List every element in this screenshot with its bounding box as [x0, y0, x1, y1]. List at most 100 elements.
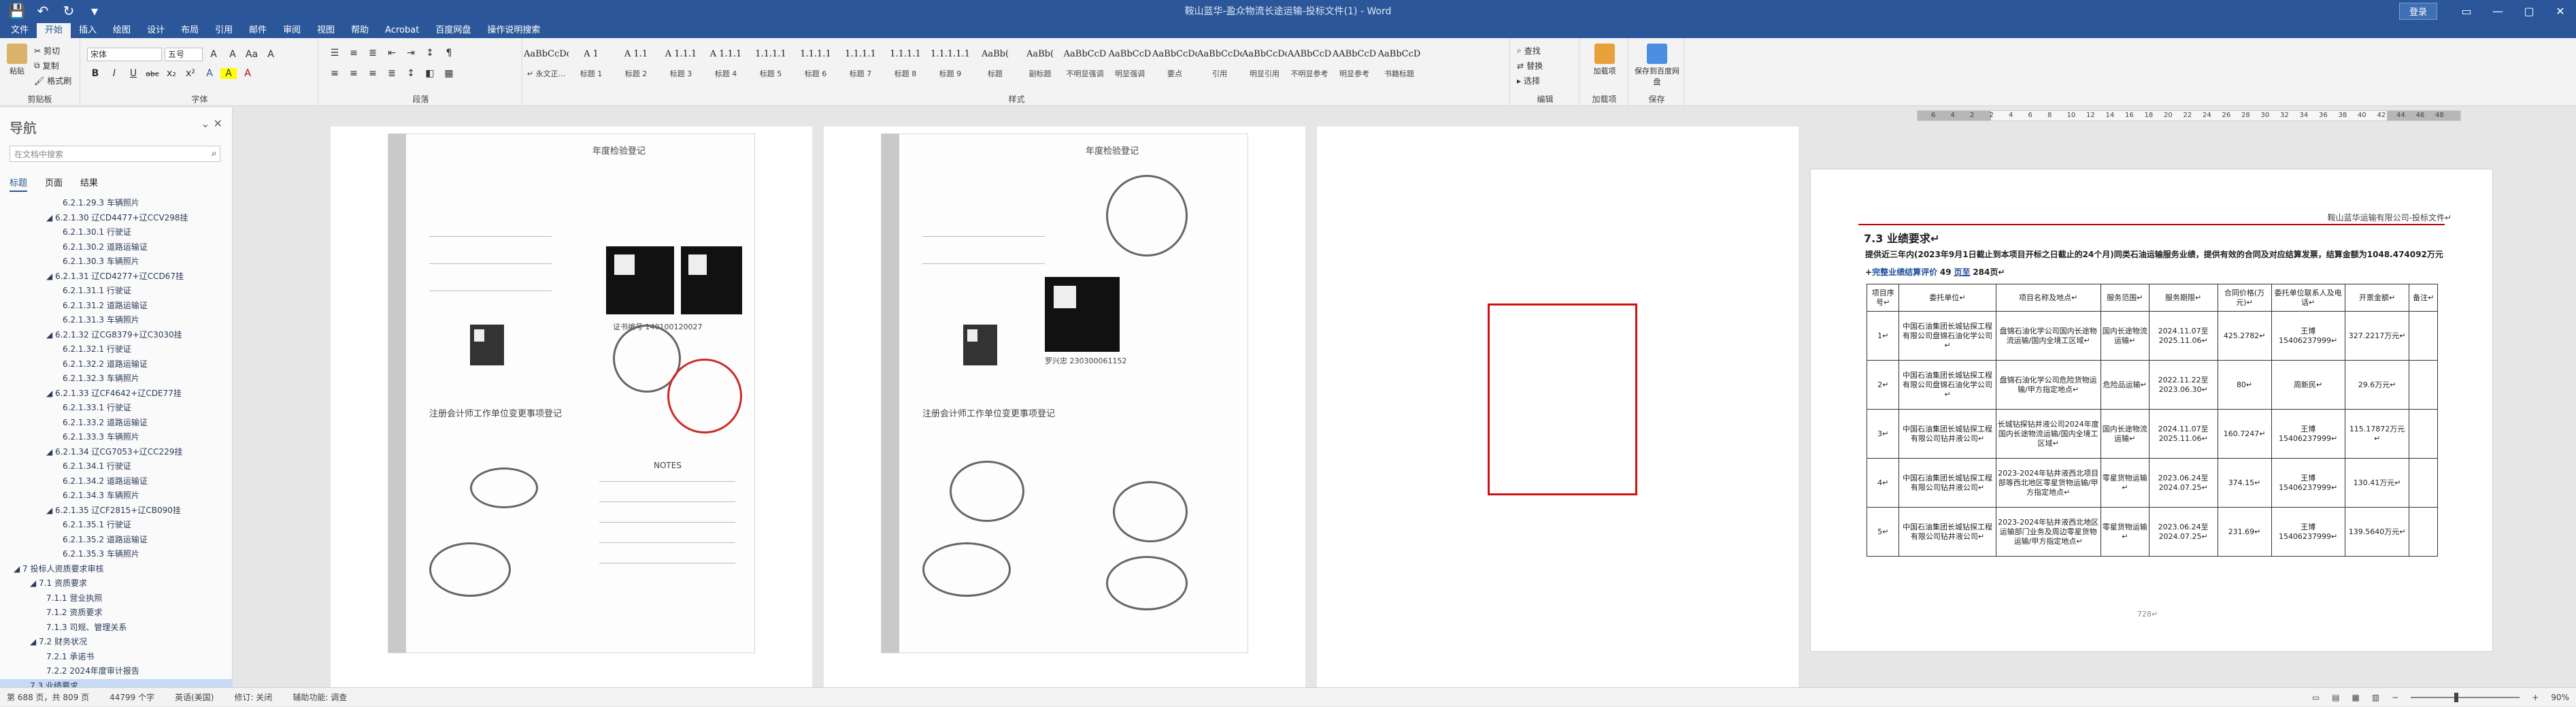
- read-mode-icon[interactable]: ▤: [2332, 693, 2339, 702]
- nav-tab-headings[interactable]: 标题: [10, 176, 28, 192]
- nav-heading-item[interactable]: 7.2.2 2024年度审计报告: [0, 664, 233, 679]
- accessibility-status[interactable]: 辅助功能: 调查: [292, 691, 347, 703]
- nav-heading-item[interactable]: 6.2.1.31.3 车辆照片: [0, 313, 233, 328]
- style-item[interactable]: AaBb(标题: [973, 41, 1018, 88]
- nav-heading-item[interactable]: 6.2.1.29.3 车辆照片: [0, 196, 233, 211]
- print-layout-icon[interactable]: ▦: [2352, 693, 2360, 702]
- style-item[interactable]: 1.1.1.1 标题 6: [793, 41, 838, 88]
- nav-heading-item[interactable]: 6.2.1.35.1 行驶证: [0, 518, 233, 533]
- nav-heading-item[interactable]: 7.1.2 资质要求: [0, 606, 233, 621]
- document-page-4[interactable]: 鞍山蓝华运输有限公司-投标文件↵ 7.3 业绩要求↵ 提供近三年内(2023年9…: [1810, 169, 2493, 652]
- tab-references[interactable]: 引用: [207, 23, 241, 38]
- paste-button[interactable]: 粘贴: [5, 44, 29, 76]
- underline-button[interactable]: U: [125, 68, 141, 79]
- ribbon-display-icon[interactable]: ▭: [2451, 5, 2482, 18]
- maximize-button[interactable]: ▢: [2513, 5, 2545, 18]
- style-item[interactable]: A 1.1.1 标题 3: [658, 41, 703, 88]
- zoom-slider[interactable]: [2411, 693, 2520, 702]
- style-item[interactable]: AaBbCcD 书籍标题: [1377, 41, 1422, 88]
- sort-icon[interactable]: ↕: [422, 48, 438, 59]
- tab-layout[interactable]: 布局: [173, 23, 207, 38]
- justify-icon[interactable]: ≣: [384, 68, 400, 79]
- tab-help[interactable]: 帮助: [343, 23, 377, 38]
- document-page-2[interactable]: 年度检验登记 罗兴忠 230300061152 注册会计师工作单位变更事项登记: [824, 127, 1305, 687]
- style-item[interactable]: 1.1.1.1 标题 5: [748, 41, 793, 88]
- nav-heading-item[interactable]: 6.2.1.32.1 行驶证: [0, 342, 233, 357]
- close-button[interactable]: ✕: [2545, 5, 2576, 18]
- nav-heading-item[interactable]: 6.2.1.33.3 车辆照片: [0, 430, 233, 445]
- focus-icon[interactable]: ▭: [2312, 693, 2320, 702]
- nav-heading-item[interactable]: ◢ 7.2 财务状况: [0, 635, 233, 650]
- style-item[interactable]: 1.1.1.1.1 标题 9: [928, 41, 973, 88]
- style-item[interactable]: AaBbCcDd 要点: [1152, 41, 1197, 88]
- nav-heading-item[interactable]: 6.2.1.31.2 道路运输证: [0, 299, 233, 314]
- nav-heading-item[interactable]: 6.2.1.32.2 道路运输证: [0, 357, 233, 372]
- cut-button[interactable]: ✂ 剪切: [34, 45, 60, 56]
- word-count[interactable]: 44799 个字: [110, 691, 154, 703]
- line-spacing-icon[interactable]: ↕: [403, 68, 419, 79]
- shading-icon[interactable]: ◧: [422, 68, 438, 79]
- zoom-in-icon[interactable]: +: [2532, 693, 2539, 702]
- undo-icon[interactable]: ↶: [33, 3, 53, 19]
- zoom-level[interactable]: 90%: [2551, 693, 2569, 702]
- nav-heading-item[interactable]: ◢ 6.2.1.35 辽CF2815+辽CB090挂: [0, 504, 233, 519]
- grow-font-icon[interactable]: A: [205, 49, 222, 60]
- nav-heading-item[interactable]: ◢ 6.2.1.33 辽CF4642+辽CDE77挂: [0, 387, 233, 401]
- nav-heading-item[interactable]: ◢ 7 投标人资质要求审核: [0, 562, 233, 577]
- tab-acrobat[interactable]: Acrobat: [377, 23, 427, 38]
- nav-heading-item[interactable]: ◢ 6.2.1.34 辽CG7053+辽CC229挂: [0, 445, 233, 460]
- select-button[interactable]: ▸ 选择: [1517, 75, 1540, 86]
- align-right-icon[interactable]: ≡: [365, 68, 381, 79]
- style-item[interactable]: AaBb(副标题: [1018, 41, 1063, 88]
- nav-tab-pages[interactable]: 页面: [45, 176, 63, 192]
- style-item[interactable]: 1.1.1.1 标题 7: [838, 41, 883, 88]
- style-item[interactable]: AaBbCcD 明显强调: [1107, 41, 1152, 88]
- nav-heading-item[interactable]: 6.2.1.30.3 车辆照片: [0, 254, 233, 269]
- nav-heading-item[interactable]: 6.2.1.33.1 行驶证: [0, 401, 233, 416]
- nav-heading-item[interactable]: ◢ 7.1 资质要求: [0, 576, 233, 591]
- style-item[interactable]: AaBbCcDd 明显引用: [1242, 41, 1287, 88]
- nav-tab-results[interactable]: 结果: [80, 176, 98, 192]
- nav-heading-item[interactable]: 6.2.1.34.3 车辆照片: [0, 489, 233, 504]
- font-color-button[interactable]: A: [239, 68, 256, 79]
- increase-indent-icon[interactable]: ⇥: [403, 48, 419, 59]
- nav-heading-item[interactable]: 6.2.1.31.1 行驶证: [0, 284, 233, 299]
- change-case-icon[interactable]: Aa: [244, 49, 260, 60]
- text-effects-button[interactable]: A: [201, 68, 218, 79]
- replace-button[interactable]: ⇄ 替换: [1517, 60, 1543, 71]
- italic-button[interactable]: I: [106, 68, 122, 79]
- tab-home[interactable]: 开始: [37, 23, 71, 38]
- track-changes-status[interactable]: 修订: 关闭: [234, 691, 272, 703]
- nav-heading-item[interactable]: 6.2.1.34.2 道路运输证: [0, 474, 233, 489]
- bold-button[interactable]: B: [87, 68, 103, 79]
- font-name-combo[interactable]: 宋体: [87, 48, 162, 61]
- nav-heading-item[interactable]: ◢ 6.2.1.31 辽CD4277+辽CCD67挂: [0, 269, 233, 284]
- save-icon[interactable]: 💾: [7, 3, 27, 19]
- customize-qat-icon[interactable]: ▾: [84, 3, 105, 19]
- tab-review[interactable]: 审阅: [275, 23, 309, 38]
- nav-heading-item[interactable]: 6.2.1.34.1 行驶证: [0, 459, 233, 474]
- nav-heading-item[interactable]: 6.2.1.32.3 车辆照片: [0, 372, 233, 387]
- addin-button[interactable]: 加载项: [1586, 44, 1623, 76]
- style-item[interactable]: AaBbCcD 不明显强调: [1063, 41, 1107, 88]
- font-size-combo[interactable]: 五号: [165, 48, 203, 61]
- language-indicator[interactable]: 英语(美国): [175, 691, 214, 703]
- style-item[interactable]: AABbCcD 不明显参考: [1287, 41, 1332, 88]
- page-count[interactable]: 第 688 页，共 809 页: [7, 691, 89, 703]
- tab-baidu[interactable]: 百度网盘: [427, 23, 479, 38]
- nav-heading-item[interactable]: 6.2.1.30.2 道路运输证: [0, 240, 233, 255]
- tab-view[interactable]: 视图: [309, 23, 343, 38]
- copy-button[interactable]: ⧉ 复制: [34, 60, 59, 71]
- nav-heading-item[interactable]: 6.2.1.35.2 道路运输证: [0, 533, 233, 548]
- redo-icon[interactable]: ↻: [58, 3, 79, 19]
- nav-heading-item[interactable]: 7.1.3 司规、管理关系: [0, 621, 233, 636]
- tab-draw[interactable]: 绘图: [105, 23, 139, 38]
- style-item[interactable]: AABbCcD 明显参考: [1332, 41, 1377, 88]
- nav-search-input[interactable]: 在文档中搜索 ⌕: [10, 146, 220, 162]
- nav-heading-item[interactable]: 6.2.1.30.1 行驶证: [0, 225, 233, 240]
- save-baidu-button[interactable]: 保存到百度网盘: [1634, 44, 1680, 87]
- style-item[interactable]: AaBbCcDd 引用: [1197, 41, 1242, 88]
- borders-icon[interactable]: ▦: [441, 68, 457, 79]
- strikethrough-button[interactable]: abc: [144, 69, 161, 78]
- style-item[interactable]: 1.1.1.1 标题 8: [883, 41, 928, 88]
